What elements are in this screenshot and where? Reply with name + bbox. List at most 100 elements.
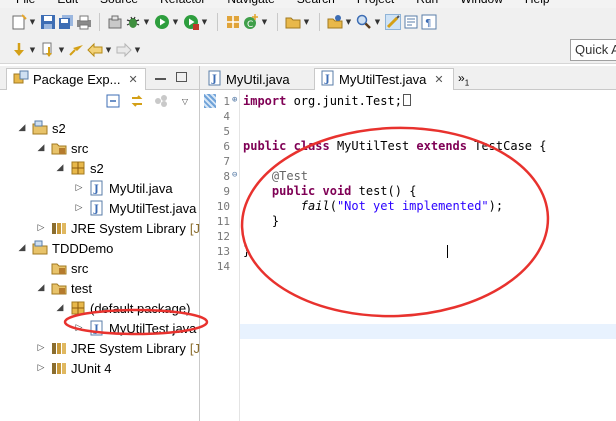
menu-item-window[interactable]: Window bbox=[444, 0, 509, 8]
code-line-9[interactable]: public void test() { bbox=[243, 184, 417, 199]
line-number: 1 bbox=[223, 95, 230, 108]
link-with-editor-icon[interactable] bbox=[129, 93, 145, 109]
collapse-fold-icon[interactable]: ⊖ bbox=[232, 170, 237, 180]
tree-item[interactable]: ◢ s2 bbox=[54, 158, 104, 178]
package-explorer-tab[interactable]: Package Exp... ✕ bbox=[6, 68, 146, 90]
external-tools-icon[interactable] bbox=[183, 14, 199, 30]
open-type-icon[interactable] bbox=[285, 14, 301, 30]
previous-annotation-icon[interactable] bbox=[40, 42, 56, 58]
tree-item[interactable]: ◢ TDDDemo bbox=[16, 238, 113, 258]
show-whitespace-icon[interactable]: ¶ bbox=[421, 14, 437, 30]
tab-myutil-java[interactable]: J MyUtil.java bbox=[202, 68, 314, 90]
tree-item[interactable]: ▷ JRE System Library [J bbox=[35, 338, 200, 358]
more-tabs-button[interactable]: »1 bbox=[458, 71, 469, 87]
menu-item-file[interactable]: File bbox=[0, 0, 41, 8]
next-annotation-icon[interactable] bbox=[11, 42, 27, 58]
toggle-block-selection-icon[interactable] bbox=[403, 14, 419, 30]
print-icon[interactable] bbox=[76, 14, 92, 30]
build-icon[interactable] bbox=[107, 14, 123, 30]
debug-icon[interactable] bbox=[125, 14, 141, 30]
minimize-icon[interactable] bbox=[155, 72, 166, 80]
new-java-class-icon[interactable]: C bbox=[243, 14, 259, 30]
chevron-right-icon[interactable]: ▷ bbox=[73, 183, 85, 193]
java-file-icon: J bbox=[89, 180, 105, 196]
maximize-icon[interactable] bbox=[176, 72, 187, 82]
tree-item[interactable]: ▷ JUnit 4 bbox=[35, 358, 112, 378]
code-line-1[interactable]: import org.junit.Test; bbox=[243, 94, 411, 109]
chevron-right-icon[interactable]: ▷ bbox=[73, 203, 85, 213]
menu-item-source[interactable]: Source bbox=[84, 0, 144, 8]
code-line-11[interactable]: } bbox=[243, 214, 279, 229]
expand-fold-icon[interactable]: ⊕ bbox=[232, 95, 237, 105]
forward-dropdown[interactable]: ▼ bbox=[133, 42, 142, 58]
debug-dropdown[interactable]: ▼ bbox=[142, 14, 151, 30]
new-icon[interactable] bbox=[11, 14, 27, 30]
collapse-all-icon[interactable] bbox=[105, 93, 121, 109]
menu-item-help[interactable]: Help bbox=[509, 0, 556, 8]
code-text: test() { bbox=[351, 184, 417, 198]
open-task-icon[interactable] bbox=[327, 14, 343, 30]
menu-item-project[interactable]: Project bbox=[341, 0, 400, 8]
run-dropdown[interactable]: ▼ bbox=[171, 14, 180, 30]
source-folder-icon bbox=[51, 140, 67, 156]
menu-item-run[interactable]: Run bbox=[400, 0, 444, 8]
forward-icon[interactable] bbox=[116, 42, 132, 58]
tree-item-label: src bbox=[71, 260, 89, 276]
code-line-13[interactable]: } bbox=[243, 244, 250, 259]
new-java-class-dropdown[interactable]: ▼ bbox=[260, 14, 269, 30]
tab-myutiltest-java[interactable]: J MyUtilTest.java ✕ bbox=[314, 68, 454, 90]
code-line-6[interactable]: public class MyUtilTest extends TestCase… bbox=[243, 139, 546, 154]
close-icon[interactable]: ✕ bbox=[434, 73, 443, 86]
tree-item[interactable]: ◢ s2 bbox=[16, 118, 66, 138]
menu-item-navigate[interactable]: Navigate bbox=[211, 0, 280, 8]
save-all-icon[interactable] bbox=[58, 14, 74, 30]
chevron-down-icon[interactable]: ◢ bbox=[16, 243, 28, 253]
tree-item[interactable]: ▷ J MyUtil.java bbox=[73, 178, 173, 198]
code-line-10[interactable]: fail("Not yet implemented"); bbox=[243, 199, 503, 214]
quick-access-input[interactable]: Quick A bbox=[570, 39, 616, 61]
close-icon[interactable]: ✕ bbox=[128, 73, 137, 86]
save-icon[interactable] bbox=[40, 14, 56, 30]
tree-item[interactable]: ◢ test bbox=[35, 278, 92, 298]
next-annotation-dropdown[interactable]: ▼ bbox=[28, 42, 37, 58]
chevron-right-icon[interactable]: ▷ bbox=[35, 223, 47, 233]
tree-item[interactable]: ◢ (default package) bbox=[54, 298, 191, 318]
svg-text:¶: ¶ bbox=[425, 18, 431, 29]
menu-item-edit[interactable]: Edit bbox=[41, 0, 84, 8]
open-type-dropdown[interactable]: ▼ bbox=[302, 14, 311, 30]
tree-item[interactable]: src bbox=[35, 258, 88, 278]
external-tools-dropdown[interactable]: ▼ bbox=[200, 14, 209, 30]
tree-item[interactable]: ◢ src bbox=[35, 138, 89, 158]
new-dropdown[interactable]: ▼ bbox=[28, 14, 37, 30]
focus-on-active-task-icon[interactable] bbox=[153, 93, 169, 109]
chevron-down-icon[interactable]: ◢ bbox=[35, 143, 47, 153]
code-line-8[interactable]: @Test bbox=[243, 169, 308, 184]
line-number: 11 bbox=[216, 215, 230, 228]
tree-item[interactable]: ▷ J MyUtilTest.java bbox=[73, 318, 196, 338]
tree-item[interactable]: ▷ J MyUtilTest.java bbox=[73, 198, 196, 218]
chevron-down-icon[interactable]: ◢ bbox=[35, 283, 47, 293]
chevron-down-icon[interactable]: ◢ bbox=[54, 163, 66, 173]
menu-item-refactor[interactable]: Refactor bbox=[144, 0, 211, 8]
search-dropdown[interactable]: ▼ bbox=[373, 14, 382, 30]
new-java-package-icon[interactable] bbox=[225, 14, 241, 30]
last-edit-location-icon[interactable] bbox=[69, 42, 85, 58]
tree-item[interactable]: ▷ JRE System Library [J bbox=[35, 218, 200, 238]
folded-imports-icon[interactable] bbox=[402, 94, 411, 106]
back-icon[interactable] bbox=[87, 42, 103, 58]
chevron-right-icon[interactable]: ▷ bbox=[35, 343, 47, 353]
previous-annotation-dropdown[interactable]: ▼ bbox=[57, 42, 66, 58]
menu-item-search[interactable]: Search bbox=[281, 0, 341, 8]
chevron-right-icon[interactable]: ▷ bbox=[73, 323, 85, 333]
more-tabs-label: » bbox=[458, 71, 465, 85]
open-task-dropdown[interactable]: ▼ bbox=[344, 14, 353, 30]
view-menu-icon[interactable]: ▽ bbox=[177, 93, 193, 109]
search-icon[interactable] bbox=[356, 14, 372, 30]
tab-label: MyUtilTest.java bbox=[339, 72, 427, 87]
toggle-mark-occurrences-icon[interactable] bbox=[385, 14, 401, 30]
back-dropdown[interactable]: ▼ bbox=[104, 42, 113, 58]
chevron-down-icon[interactable]: ◢ bbox=[16, 123, 28, 133]
chevron-right-icon[interactable]: ▷ bbox=[35, 363, 47, 373]
run-icon[interactable] bbox=[154, 14, 170, 30]
chevron-down-icon[interactable]: ◢ bbox=[54, 303, 66, 313]
